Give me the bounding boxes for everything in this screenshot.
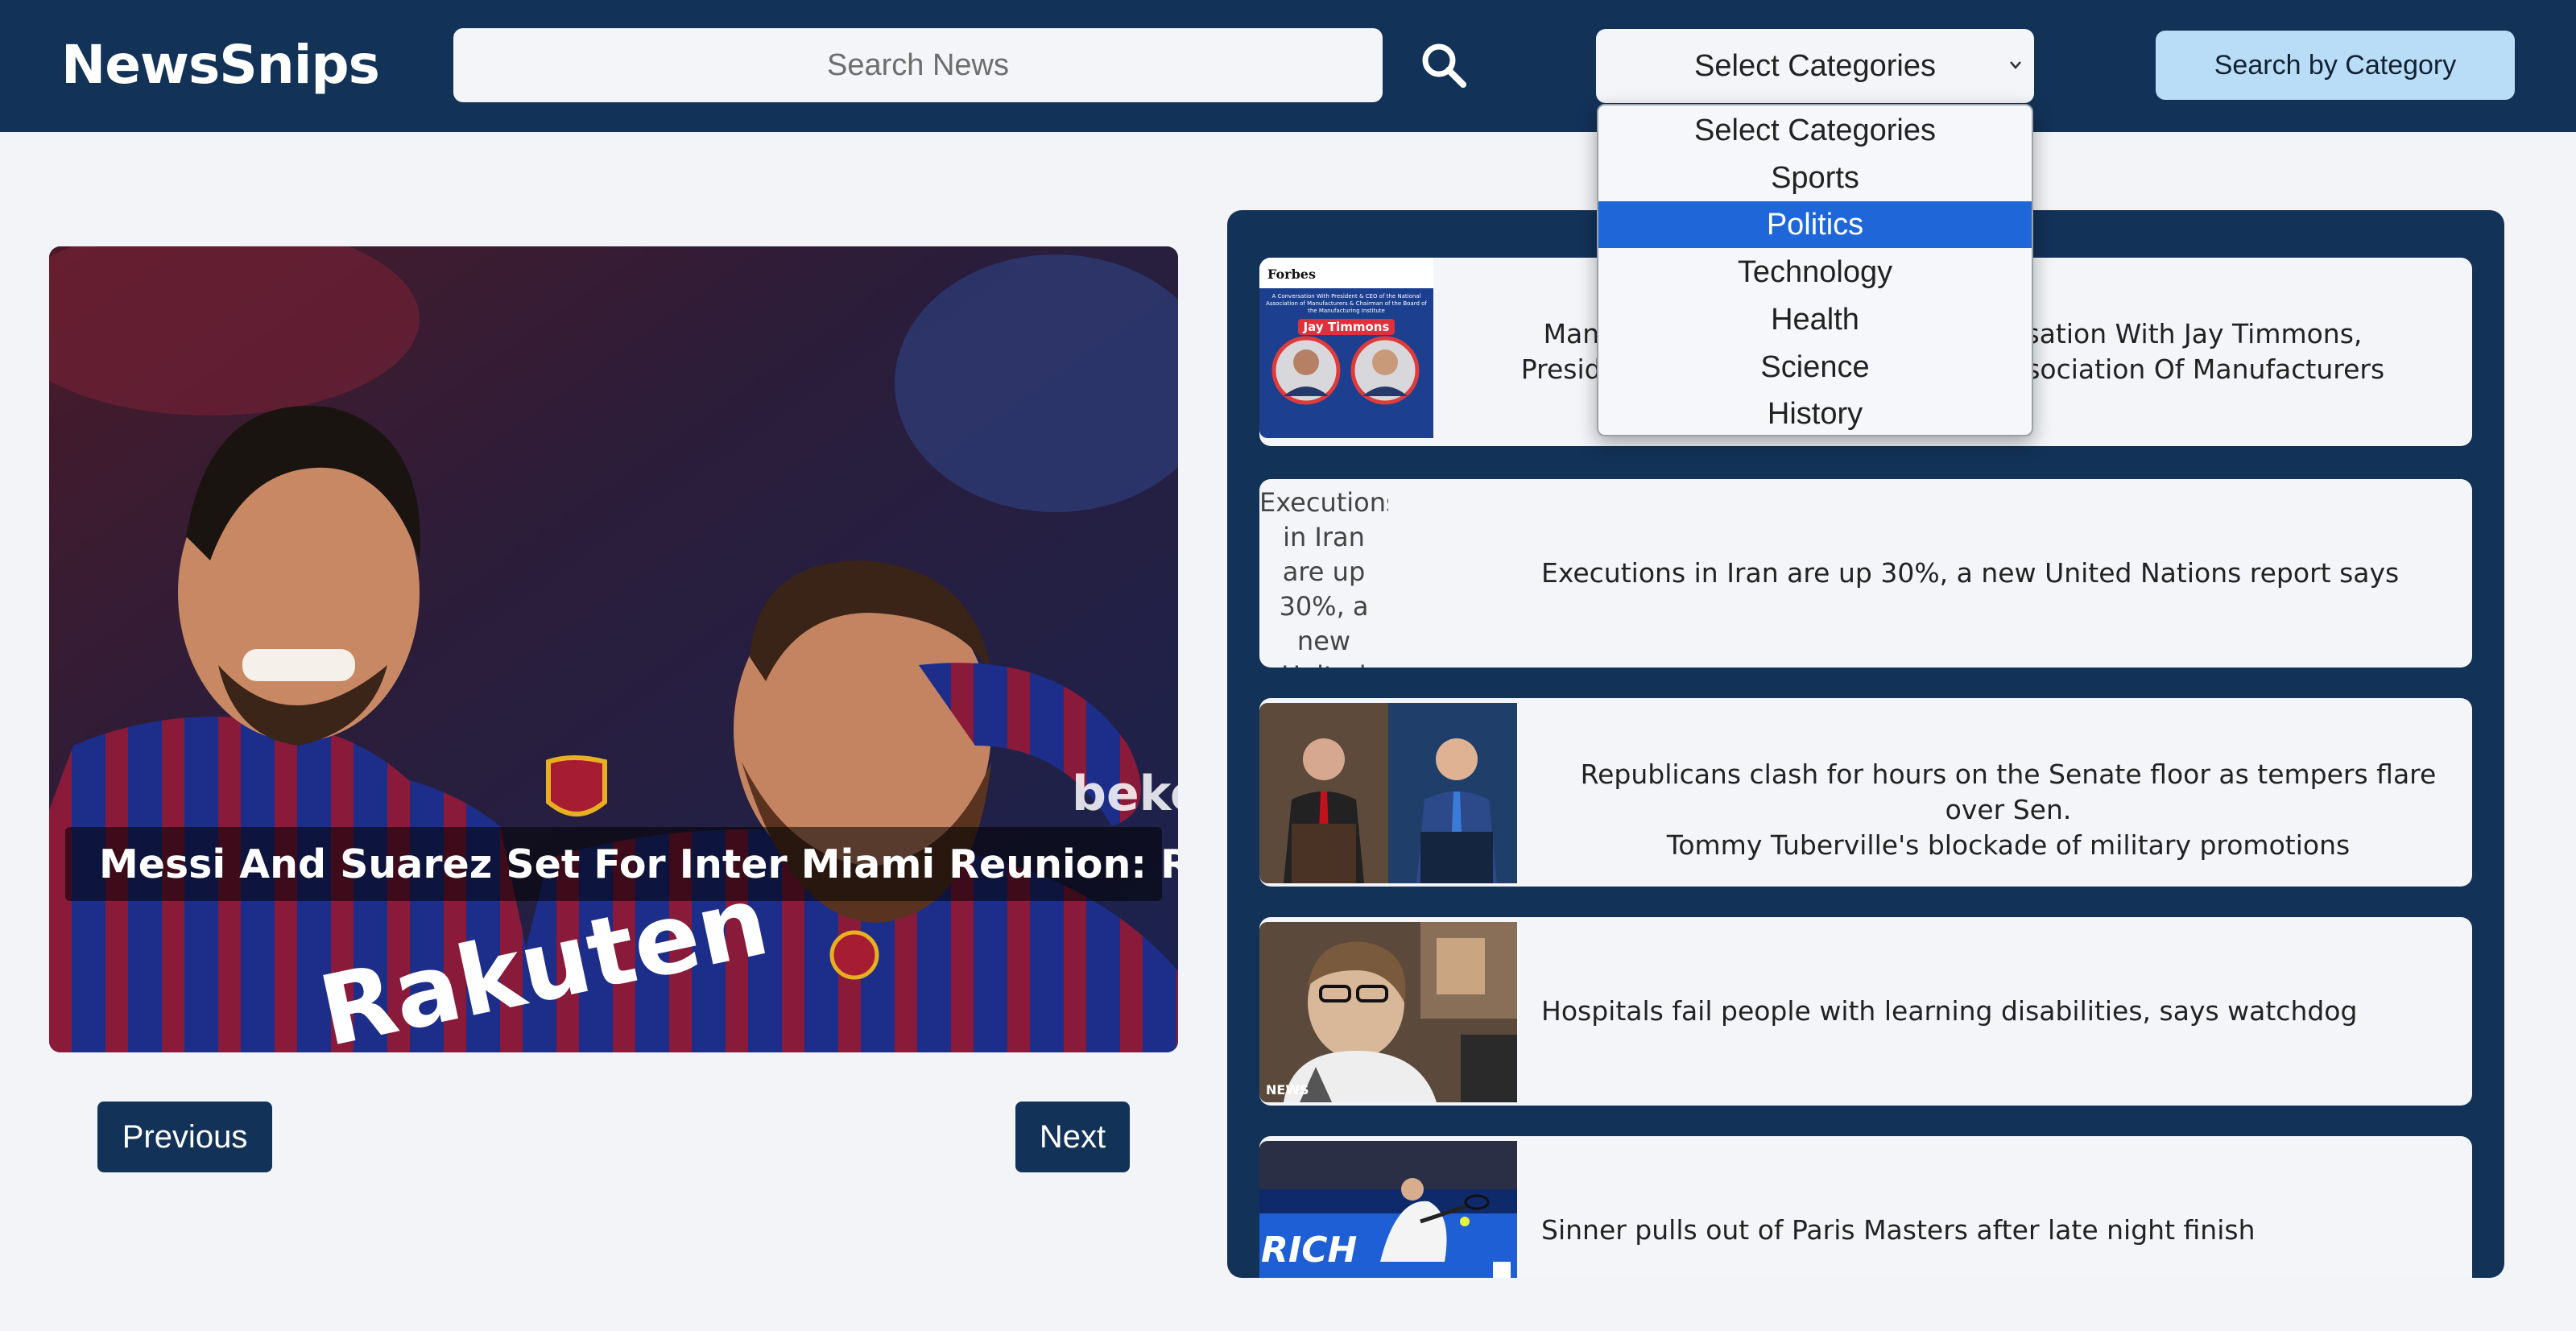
news-thumbnail: RICH <box>1259 1141 1517 1278</box>
dropdown-option-technology[interactable]: Technology <box>1598 249 2032 296</box>
next-button[interactable]: Next <box>1015 1102 1130 1172</box>
news-title: Sinner pulls out of Paris Masters after … <box>1541 1214 2256 1246</box>
dropdown-option-science[interactable]: Science <box>1598 344 2032 391</box>
dropdown-option-history[interactable]: History <box>1598 391 2032 435</box>
chevron-down-icon <box>2008 52 2023 85</box>
search-by-category-button[interactable]: Search by Category <box>2156 31 2515 100</box>
thumb-text: RICH <box>1261 1230 1357 1271</box>
news-card[interactable]: NEWS Hospitals fail people with learning… <box>1259 917 2472 1106</box>
news-title: Hospitals fail people with learning disa… <box>1541 995 2358 1027</box>
news-title-line: Tommy Tuberville's blockade of military … <box>1666 829 2351 861</box>
news-thumbnail: Forbes A Conversation With President & C… <box>1259 258 1433 438</box>
news-thumbnail: NEWS <box>1259 922 1517 1102</box>
hero-kit-text: beko <box>1072 766 1178 822</box>
news-title: Republicans clash for hours on the Senat… <box>1549 757 2467 863</box>
news-card[interactable]: Executions in Iran are up 30%, a new Uni… <box>1259 479 2472 668</box>
news-thumbnail-broken: Executions in Iran are up 30%, a new Uni… <box>1259 479 1388 668</box>
hero-carousel[interactable]: Rakuten beko Messi And Suarez Set For In… <box>49 246 1178 1052</box>
previous-button[interactable]: Previous <box>97 1102 272 1172</box>
thumb-name: Jay Timmons <box>1303 320 1390 334</box>
thumb-caption: A Conversation With President & CEO of t… <box>1266 293 1427 314</box>
brand-logo[interactable]: NewsSnips <box>61 34 380 96</box>
news-thumbnail <box>1259 703 1517 883</box>
hero-title[interactable]: Messi And Suarez Set For Inter Miami Reu… <box>65 827 1178 901</box>
news-card[interactable]: RICH Sinner pulls out of Paris Masters a… <box>1259 1136 2472 1278</box>
news-title: Executions in Iran are up 30%, a new Uni… <box>1541 557 2400 589</box>
dropdown-option-health[interactable]: Health <box>1598 296 2032 343</box>
dropdown-option-select-categories[interactable]: Select Categories <box>1598 107 2032 154</box>
search-icon[interactable] <box>1419 40 1469 90</box>
thumb-badge: NEWS <box>1266 1082 1309 1097</box>
image-alt-text: Executions in Iran are up 30%, a new Uni… <box>1259 487 1388 668</box>
dropdown-option-politics[interactable]: Politics <box>1598 201 2032 248</box>
category-select[interactable]: Select Categories <box>1596 29 2034 103</box>
news-title-line: Republicans clash for hours on the Senat… <box>1580 759 2437 825</box>
top-navbar: NewsSnips Select Categories Search by Ca… <box>0 0 2576 132</box>
thumb-publisher: Forbes <box>1267 267 1316 282</box>
dropdown-option-sports[interactable]: Sports <box>1598 155 2032 201</box>
category-select-value: Select Categories <box>1694 48 1936 83</box>
hero-image: Rakuten beko <box>49 246 1178 1052</box>
category-dropdown-list[interactable]: Select Categories Sports Politics Techno… <box>1597 104 2033 436</box>
search-input[interactable] <box>453 28 1383 102</box>
news-card[interactable]: Republicans clash for hours on the Senat… <box>1259 698 2472 887</box>
